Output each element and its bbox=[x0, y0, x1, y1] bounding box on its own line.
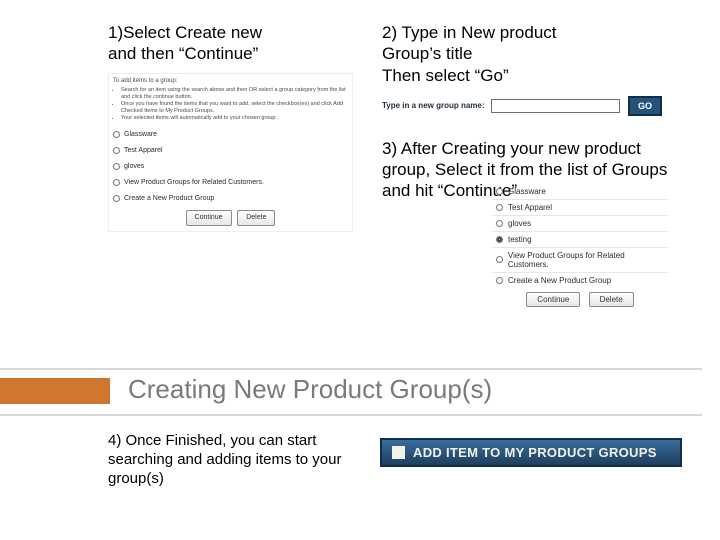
mini1-option: Test Apparel bbox=[124, 146, 163, 155]
add-item-button[interactable]: ADD ITEM TO MY PRODUCT GROUPS bbox=[380, 438, 682, 467]
radio-icon[interactable] bbox=[113, 147, 120, 154]
mini1-option: View Product Groups for Related Customer… bbox=[124, 178, 264, 187]
banner-accent bbox=[0, 378, 110, 404]
radio-icon[interactable] bbox=[496, 256, 503, 263]
radio-icon[interactable] bbox=[496, 220, 503, 227]
step1-line2: and then “Continue” bbox=[108, 43, 376, 64]
step1-screenshot: To add items to a group: Search for an i… bbox=[108, 73, 353, 232]
radio-icon[interactable] bbox=[496, 236, 503, 243]
mini1-option: Create a New Product Group bbox=[124, 194, 214, 203]
banner-top-line bbox=[0, 368, 702, 370]
step2-line3: Then select “Go” bbox=[382, 65, 686, 86]
radio-icon[interactable] bbox=[113, 163, 120, 170]
step1-line1: 1)Select Create new bbox=[108, 22, 376, 43]
radio-icon[interactable] bbox=[496, 188, 503, 195]
continue-button[interactable]: Continue bbox=[526, 292, 580, 307]
step2-line1: 2) Type in New product bbox=[382, 22, 686, 43]
delete-button[interactable]: Delete bbox=[589, 292, 634, 307]
add-item-label: ADD ITEM TO MY PRODUCT GROUPS bbox=[413, 445, 657, 460]
mini3-option: gloves bbox=[508, 219, 531, 228]
mini1-option: gloves bbox=[124, 162, 144, 171]
mini1-option: Glassware bbox=[124, 130, 157, 139]
continue-button[interactable]: Continue bbox=[186, 210, 232, 225]
group-name-input[interactable] bbox=[491, 99, 620, 113]
radio-icon[interactable] bbox=[113, 131, 120, 138]
mini1-bullet: Your selected items will automatically a… bbox=[121, 115, 348, 122]
mini3-option: View Product Groups for Related Customer… bbox=[508, 251, 664, 269]
page-title: Creating New Product Group(s) bbox=[128, 374, 492, 405]
banner-bottom-line bbox=[0, 414, 702, 416]
add-item-icon bbox=[392, 446, 405, 459]
step4-text: 4) Once Finished, you can start searchin… bbox=[108, 432, 358, 488]
step2-screenshot: Type in a new group name: GO bbox=[382, 96, 662, 116]
step3-screenshot: Glassware Test Apparel gloves testing Vi… bbox=[492, 184, 668, 309]
radio-icon[interactable] bbox=[496, 277, 503, 284]
mini1-bullet: Once you have found the items that you w… bbox=[121, 101, 348, 115]
mini3-option: Glassware bbox=[508, 187, 546, 196]
mini2-label: Type in a new group name: bbox=[382, 101, 485, 110]
radio-icon[interactable] bbox=[113, 195, 120, 202]
mini3-option: Test Apparel bbox=[508, 203, 552, 212]
step1-column: 1)Select Create new and then “Continue” … bbox=[108, 22, 376, 309]
go-button[interactable]: GO bbox=[628, 96, 662, 116]
mini3-option: Create a New Product Group bbox=[508, 276, 611, 285]
mini1-intro: To add items to a group: bbox=[113, 77, 348, 85]
delete-button[interactable]: Delete bbox=[237, 210, 275, 225]
mini3-option: testing bbox=[508, 235, 532, 244]
step2-line2: Group’s title bbox=[382, 43, 686, 64]
mini1-bullet: Search for an item using the search abov… bbox=[121, 87, 348, 101]
radio-icon[interactable] bbox=[113, 179, 120, 186]
radio-icon[interactable] bbox=[496, 204, 503, 211]
